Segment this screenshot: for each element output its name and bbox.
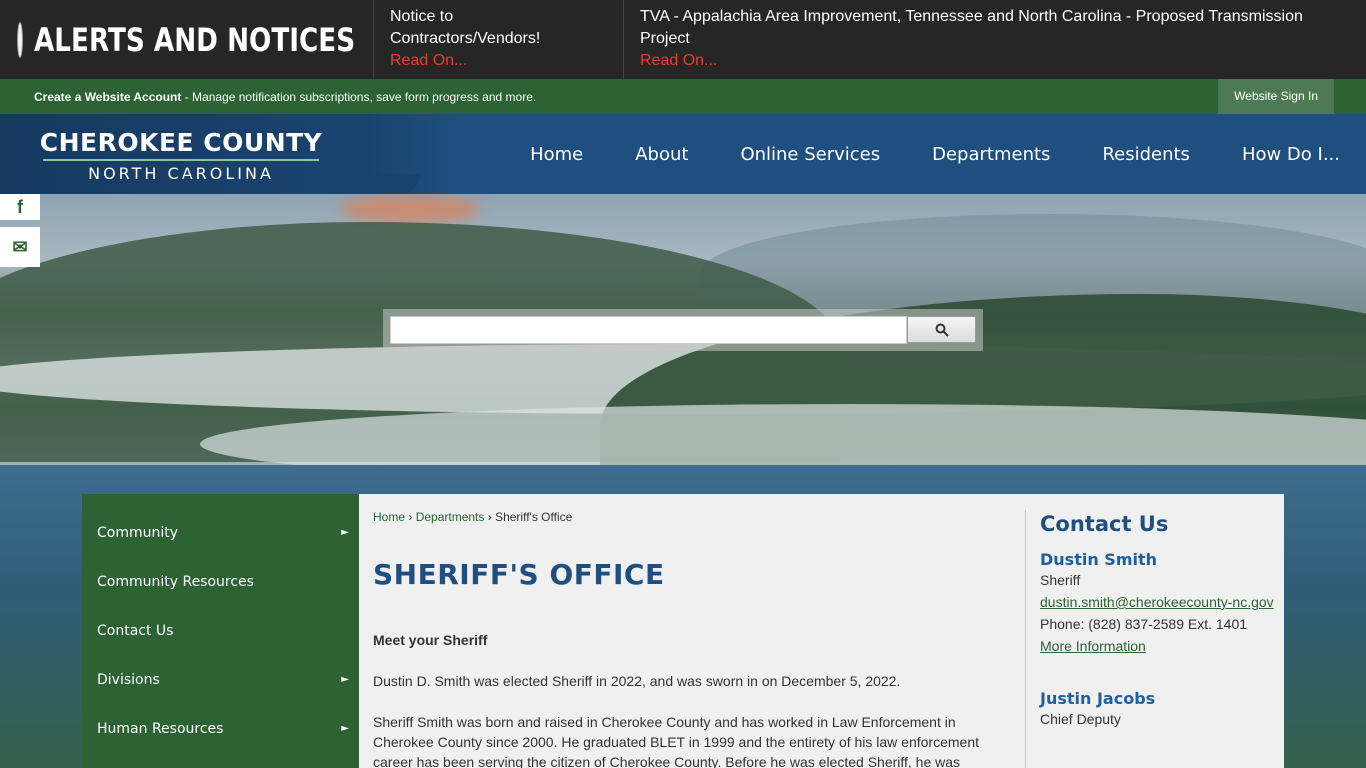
article-paragraph: Dustin D. Smith was elected Sheriff in 2…	[373, 673, 901, 689]
article-heading: Meet your Sheriff	[373, 632, 488, 648]
facebook-icon[interactable]: f	[0, 194, 40, 220]
more-information-link[interactable]: More Information	[1040, 635, 1275, 657]
main-content: Home › Departments › Sheriff's Office SH…	[359, 494, 1284, 768]
contact-name: Dustin Smith	[1040, 550, 1158, 569]
search-box	[383, 309, 983, 351]
breadcrumb: Home › Departments › Sheriff's Office	[373, 510, 572, 524]
arrow-right-icon: ►	[341, 723, 349, 734]
logo-divider	[43, 159, 319, 161]
account-message: Create a Website Account - Manage notifi…	[0, 90, 536, 104]
contact-email-link[interactable]: dustin.smith@cherokeecounty-nc.gov	[1040, 591, 1275, 613]
breadcrumb-home[interactable]: Home	[373, 510, 405, 524]
alert-text[interactable]: TVA - Appalachia Area Improvement, Tenne…	[640, 8, 1303, 47]
create-account-link[interactable]: Create a Website Account	[34, 90, 181, 104]
alert-item[interactable]: Notice to Contractors/Vendors! Read On..…	[374, 0, 624, 79]
alert-item[interactable]: TVA - Appalachia Area Improvement, Tenne…	[624, 0, 1324, 79]
sidebar-item-label: Community	[97, 524, 179, 541]
hero-sunset	[340, 194, 480, 224]
sidebar-item-human-resources[interactable]: Human Resources ►	[82, 704, 359, 753]
contact-title: Contact Us	[1040, 512, 1169, 536]
sidebar-item-label: Human Resources	[97, 720, 224, 737]
site-header: CHEROKEE COUNTY NORTH CAROLINA Home Abou…	[0, 114, 1366, 194]
sidebar-item-divisions[interactable]: Divisions ►	[82, 655, 359, 704]
social-links: f ✉	[0, 194, 40, 267]
sidebar-item-label: Contact Us	[97, 622, 174, 639]
sidebar-item-contact-us[interactable]: Contact Us	[82, 606, 359, 655]
alerts-bar: ALERTS AND NOTICES Notice to Contractors…	[0, 0, 1366, 79]
article-paragraph: Sheriff Smith was born and raised in Che…	[373, 714, 980, 768]
email-icon[interactable]: ✉	[0, 227, 40, 267]
sidebar-item-label: Community Resources	[97, 573, 254, 590]
contact-phone: Phone: (828) 837-2589 Ext. 1401	[1040, 616, 1248, 632]
search-button[interactable]	[907, 316, 976, 343]
breadcrumb-departments[interactable]: Departments	[416, 510, 485, 524]
contact-role: Sheriff	[1040, 572, 1081, 588]
sidebar-item-community-resources[interactable]: Community Resources	[82, 557, 359, 606]
nav-online-services[interactable]: Online Services	[740, 144, 880, 165]
alert-icon	[18, 22, 22, 57]
sidebar-item-community[interactable]: Community ►	[82, 508, 359, 557]
sidebar-nav: Community ► Community Resources Contact …	[82, 494, 359, 768]
nav-how-do-i[interactable]: How Do I...	[1242, 144, 1340, 165]
read-on-link[interactable]: Read On...	[390, 50, 607, 72]
logo-main-text: CHEROKEE COUNTY	[39, 128, 323, 157]
contact-name: Justin Jacobs	[1040, 689, 1156, 708]
alerts-header[interactable]: ALERTS AND NOTICES	[0, 0, 374, 79]
nav-home[interactable]: Home	[530, 144, 583, 165]
account-bar: Create a Website Account - Manage notifi…	[0, 79, 1366, 114]
page-title: SHERIFF'S OFFICE	[373, 558, 665, 591]
breadcrumb-separator: ›	[405, 510, 416, 524]
nav-about[interactable]: About	[635, 144, 688, 165]
nav-departments[interactable]: Departments	[932, 144, 1050, 165]
read-on-link[interactable]: Read On...	[640, 50, 1308, 72]
breadcrumb-current: Sheriff's Office	[495, 510, 573, 524]
alerts-title: ALERTS AND NOTICES	[34, 20, 356, 59]
contact-panel: Contact Us Dustin Smith Sheriff dustin.s…	[1025, 510, 1275, 768]
arrow-right-icon: ►	[341, 674, 349, 685]
search-icon	[935, 323, 949, 337]
logo-sub-text: NORTH CAROLINA	[88, 164, 274, 183]
sidebar-item-label: Divisions	[97, 671, 160, 688]
contact-role: Chief Deputy	[1040, 711, 1121, 727]
arrow-right-icon: ►	[341, 527, 349, 538]
main-nav: Home About Online Services Departments R…	[504, 114, 1366, 194]
search-input[interactable]	[390, 316, 907, 344]
sign-in-button[interactable]: Website Sign In	[1218, 79, 1334, 114]
alert-text[interactable]: Notice to Contractors/Vendors!	[390, 8, 540, 47]
site-logo[interactable]: CHEROKEE COUNTY NORTH CAROLINA	[37, 128, 325, 183]
article-body: Meet your Sheriff Dustin D. Smith was el…	[373, 630, 1005, 768]
account-description: - Manage notification subscriptions, sav…	[181, 89, 537, 104]
breadcrumb-separator: ›	[484, 510, 496, 524]
nav-residents[interactable]: Residents	[1102, 144, 1190, 165]
